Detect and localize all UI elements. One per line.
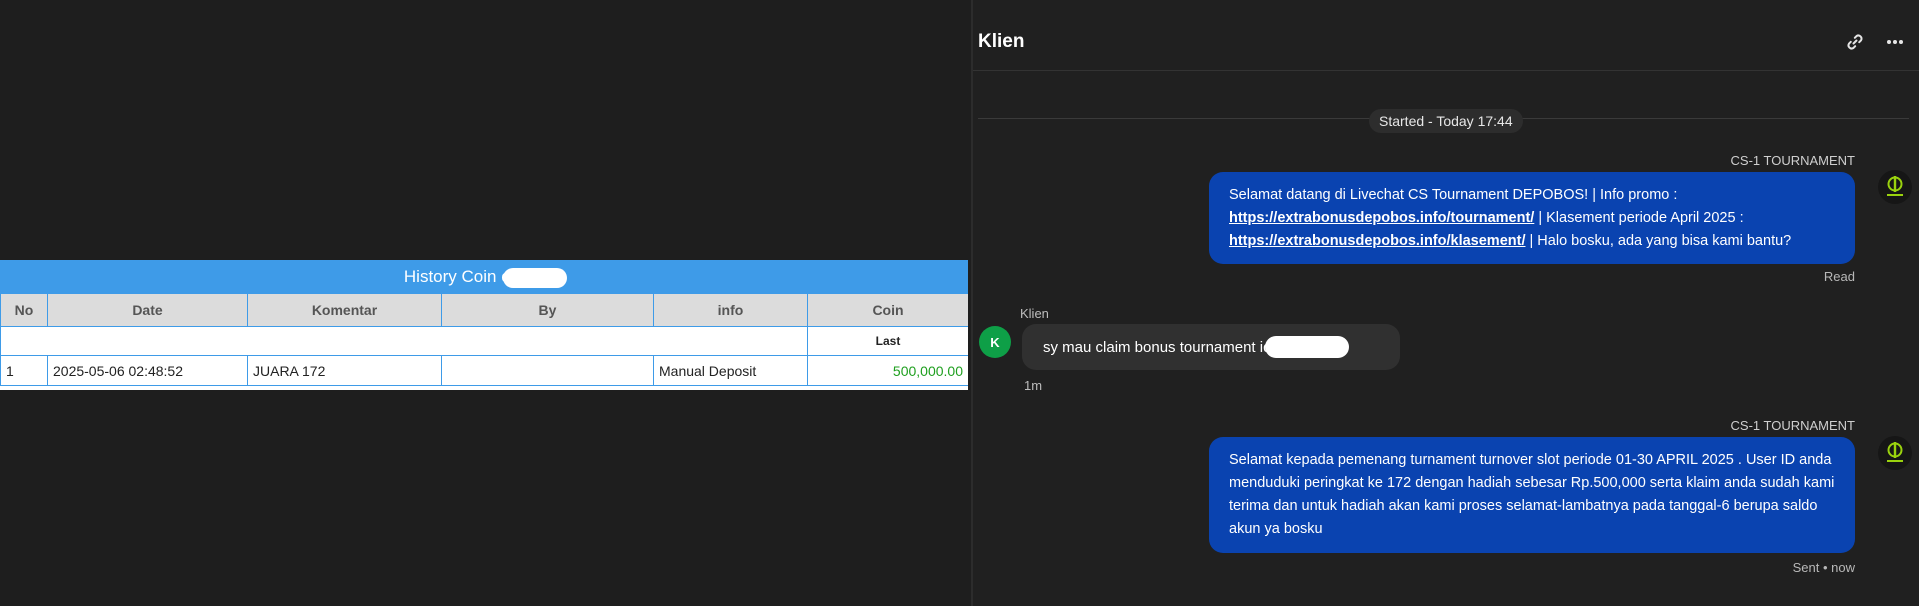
agent-avatar [1878,170,1912,204]
link-icon[interactable] [1845,32,1867,52]
column-header-date: Date [47,294,248,327]
history-table: No Date Komentar By info Coin Last 1 202… [0,294,968,386]
message-status: Read [1823,269,1855,284]
column-header-by: By [441,294,654,327]
client-avatar: K [979,326,1011,358]
table-subheader-row: Last [0,326,968,356]
chat-started-label: Started - Today 17:44 [1369,109,1523,133]
column-header-no: No [0,294,48,327]
cell-coin: 500,000.00 [807,355,968,386]
message-sender: CS-1 TOURNAMENT [1730,153,1855,168]
history-coin-panel: History Coin ca48 No Date Komentar By in… [0,260,968,390]
cell-info: Manual Deposit [653,355,808,386]
column-header-info: info [653,294,808,327]
message-time: 1m [1024,378,1043,393]
column-header-coin: Coin [807,294,968,327]
klasement-link[interactable]: https://extrabonusdepobos.info/klasement… [1229,233,1525,249]
agent-avatar [1878,436,1912,470]
cell-by [441,355,654,386]
history-title: History Coin ca48 [0,260,968,294]
message-text: | Klasement periode April 2025 : [1534,210,1744,226]
history-title-prefix: History Coin ca [403,267,520,286]
chat-header: Klien [973,0,1919,71]
redaction-mask [1265,336,1350,358]
chat-panel: Klien Started - Today 17:44 CS-1 TOURNAM… [973,0,1919,606]
column-header-komentar: Komentar [247,294,442,327]
cell-komentar: JUARA 172 [247,355,442,386]
incoming-message-bubble: sy mau claim bonus tournament id ca 8 [1022,324,1400,370]
more-icon[interactable] [1885,32,1907,52]
client-name: Klien [1020,306,1049,321]
message-status: Sent • now [1792,560,1855,575]
message-text-suffix: 8 [1339,338,1348,356]
redaction-mask [503,268,568,288]
table-row: 1 2025-05-06 02:48:52 JUARA 172 Manual D… [0,355,968,386]
message-sender: CS-1 TOURNAMENT [1730,418,1855,433]
outgoing-message-bubble: Selamat kepada pemenang turnament turnov… [1209,437,1855,553]
subheader-last: Last [807,326,968,356]
depobos-logo-icon [1887,442,1903,462]
message-text: sy mau claim bonus tournament id ca [1043,338,1292,356]
outgoing-message-bubble: Selamat datang di Livechat CS Tournament… [1209,172,1855,264]
cell-no: 1 [0,355,48,386]
cell-date: 2025-05-06 02:48:52 [47,355,248,386]
table-header-row: No Date Komentar By info Coin [0,294,968,327]
tournament-link[interactable]: https://extrabonusdepobos.info/tournamen… [1229,210,1534,226]
message-text: Selamat datang di Livechat CS Tournament… [1229,187,1678,203]
depobos-logo-icon [1887,176,1903,196]
message-text: | Halo bosku, ada yang bisa kami bantu? [1525,233,1792,249]
message-text: Selamat kepada pemenang turnament turnov… [1229,452,1835,537]
chat-title: Klien [978,31,1025,52]
